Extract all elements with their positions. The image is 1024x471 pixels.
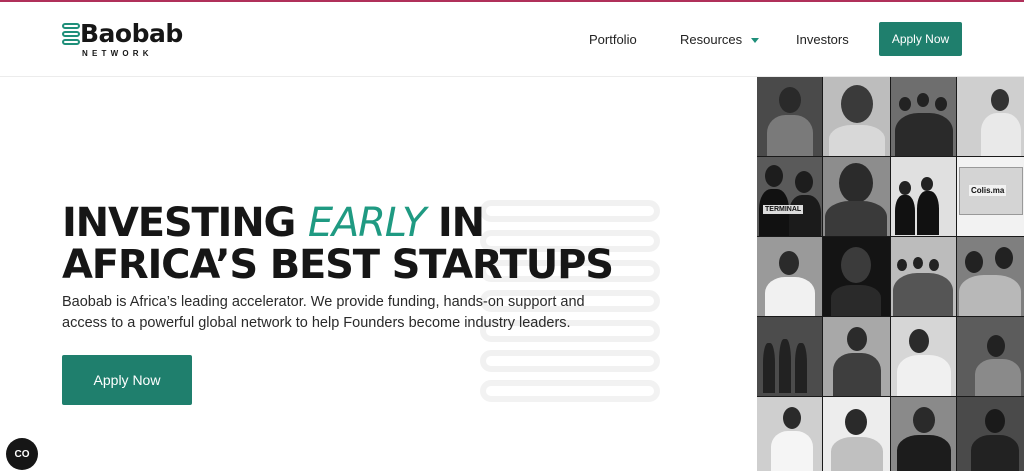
headline-part2: IN xyxy=(425,200,485,246)
headline-emphasis: EARLY xyxy=(307,200,427,246)
collage-photo xyxy=(891,397,956,471)
nav-resources-label: Resources xyxy=(680,32,743,47)
collage-photo xyxy=(757,397,822,471)
header-apply-button[interactable]: Apply Now xyxy=(879,22,962,56)
headline-line2: AFRICA’S BEST STARTUPS xyxy=(62,242,614,288)
brand-subtitle: NETWORK xyxy=(82,49,153,58)
chevron-down-icon xyxy=(751,38,760,44)
colis-sign-text: Colis.ma xyxy=(969,185,1007,196)
hero-apply-button[interactable]: Apply Now xyxy=(62,355,192,405)
co-widget-button[interactable]: CO xyxy=(6,438,38,470)
collage-photo xyxy=(757,317,822,396)
collage-photo xyxy=(957,77,1024,156)
terminal-shirt-text: TERMINAL xyxy=(763,205,804,214)
collage-photo xyxy=(757,77,822,156)
collage-photo: TERMINAL xyxy=(757,157,822,236)
collage-photo: Colis.ma xyxy=(957,157,1024,236)
collage-photo xyxy=(891,237,956,316)
collage-photo xyxy=(891,157,956,236)
brand-name: Baobab xyxy=(80,19,183,48)
collage-photo xyxy=(823,237,890,316)
collage-photo xyxy=(957,317,1024,396)
nav-resources[interactable]: Resources xyxy=(680,32,760,48)
collage-photo xyxy=(823,77,890,156)
nav-investors[interactable]: Investors xyxy=(796,32,849,48)
collage-photo xyxy=(957,237,1024,316)
site-header: Baobab NETWORK Portfolio Resources Inves… xyxy=(0,2,1024,77)
collage-photo xyxy=(757,237,822,316)
collage-photo xyxy=(823,157,890,236)
collage-photo xyxy=(957,397,1024,471)
collage-photo xyxy=(823,317,890,396)
collage-photo xyxy=(891,317,956,396)
brand-logo[interactable]: Baobab NETWORK xyxy=(62,20,192,60)
headline-part1: INVESTING xyxy=(62,200,308,246)
collage-photo xyxy=(891,77,956,156)
founders-photo-collage: TERMINAL Colis.ma xyxy=(757,77,1024,471)
hero-headline: INVESTING EARLY IN AFRICA’S BEST STARTUPS xyxy=(62,200,614,288)
logo-mark-icon xyxy=(62,23,80,45)
collage-photo xyxy=(823,397,890,471)
nav-portfolio[interactable]: Portfolio xyxy=(589,32,637,48)
hero-description: Baobab is Africa’s leading accelerator. … xyxy=(62,294,585,331)
